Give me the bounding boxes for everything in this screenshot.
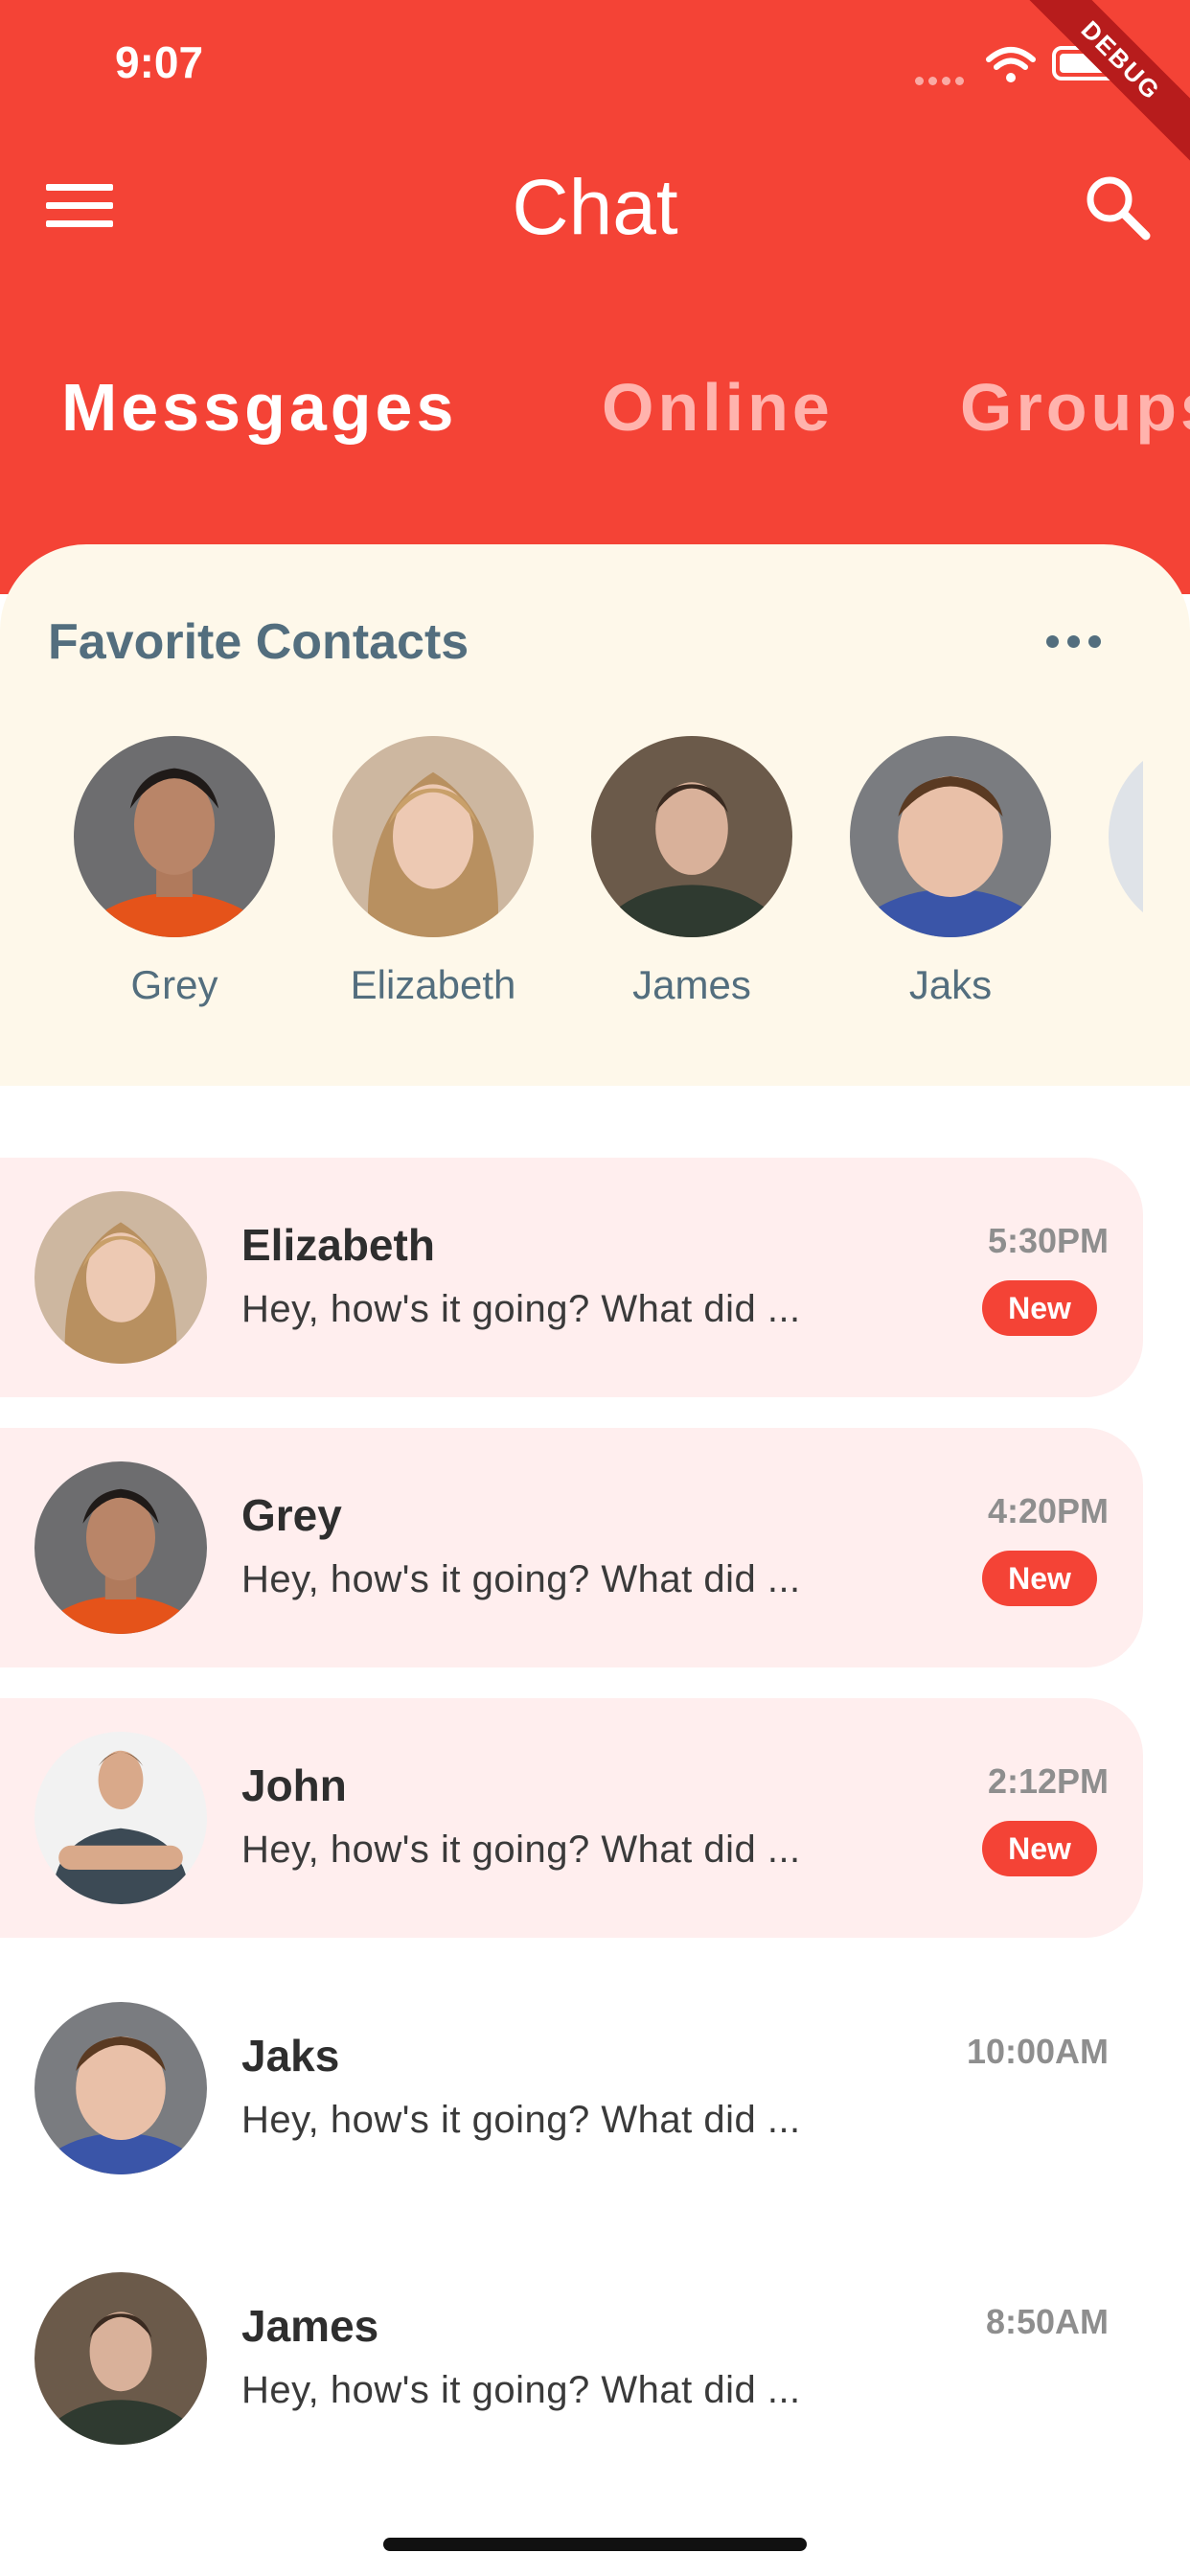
chat-timestamp: 5:30PM — [987, 1221, 1109, 1260]
favorite-contacts-list: Grey Elizabeth James Jaks — [0, 736, 1143, 1024]
home-indicator[interactable] — [383, 2538, 807, 2551]
wifi-icon — [985, 46, 1037, 84]
status-bar: 9:07 DEBUG — [0, 0, 1190, 178]
contact-name: Jaks — [908, 962, 993, 1007]
new-badge: New — [982, 1551, 1097, 1606]
tab-online[interactable]: Online — [602, 369, 834, 446]
favorites-title: Favorite Contacts — [48, 614, 469, 670]
tab-bar: Messgages Online Groups — [0, 369, 1190, 465]
contact-name: James — [632, 962, 751, 1007]
chat-list: Elizabeth Hey, how's it going? What did … — [0, 1086, 1190, 2523]
chat-row[interactable]: Elizabeth Hey, how's it going? What did … — [0, 1158, 1143, 1397]
tab-groups[interactable]: Groups — [960, 369, 1190, 446]
debug-banner: DEBUG — [1003, 0, 1190, 178]
avatar — [1109, 736, 1143, 937]
chat-row[interactable]: Jaks Hey, how's it going? What did ... 1… — [0, 1968, 1143, 2208]
chat-message-preview: Hey, how's it going? What did ... — [241, 2369, 801, 2411]
chat-timestamp: 2:12PM — [987, 1761, 1109, 1801]
chat-message-preview: Hey, how's it going? What did ... — [241, 1828, 801, 1871]
app-header: 9:07 DEBUG Chat Messgages Online Groups — [0, 0, 1190, 594]
avatar — [850, 736, 1051, 937]
chat-message-preview: Hey, how's it going? What did ... — [241, 2099, 801, 2141]
chat-contact-name: Grey — [241, 1490, 342, 1540]
more-options-icon[interactable] — [1044, 632, 1106, 652]
new-badge: New — [982, 1821, 1097, 1876]
chat-timestamp: 4:20PM — [987, 1491, 1109, 1530]
favorite-contact[interactable]: Jaks — [821, 736, 1080, 1008]
favorite-contact[interactable] — [1080, 736, 1143, 962]
avatar — [34, 2002, 207, 2174]
search-icon[interactable] — [1083, 172, 1152, 242]
contact-name: Elizabeth — [350, 962, 516, 1007]
chat-message-preview: Hey, how's it going? What did ... — [241, 1558, 801, 1600]
chat-message-preview: Hey, how's it going? What did ... — [241, 1288, 801, 1330]
chat-contact-name: Elizabeth — [241, 1220, 435, 1270]
avatar — [591, 736, 792, 937]
new-badge: New — [982, 1280, 1097, 1336]
chat-contact-name: John — [241, 1760, 347, 1810]
chat-row[interactable]: Grey Hey, how's it going? What did ... 4… — [0, 1428, 1143, 1668]
chat-contact-name: James — [241, 2301, 379, 2351]
avatar — [34, 2272, 207, 2445]
favorite-contact[interactable]: James — [562, 736, 821, 1008]
status-time: 9:07 — [115, 37, 204, 87]
avatar — [34, 1461, 207, 1634]
contact-name: Grey — [130, 962, 218, 1007]
chat-contact-name: Jaks — [241, 2031, 340, 2081]
chat-row[interactable]: James Hey, how's it going? What did ... … — [0, 2239, 1143, 2478]
avatar — [34, 1732, 207, 1904]
favorite-contact[interactable]: Elizabeth — [304, 736, 562, 1008]
chat-timestamp: 10:00AM — [966, 2032, 1109, 2071]
avatar — [332, 736, 534, 937]
page-title: Chat — [512, 164, 678, 251]
favorite-contacts-panel: Favorite Contacts Grey Elizabeth James J… — [0, 544, 1190, 1086]
signal-icon — [915, 73, 969, 85]
tab-messages[interactable]: Messgages — [61, 369, 457, 446]
favorite-contact[interactable]: Grey — [45, 736, 304, 1008]
avatar — [74, 736, 275, 937]
chat-timestamp: 8:50AM — [985, 2302, 1109, 2341]
chat-row[interactable]: John Hey, how's it going? What did ... 2… — [0, 1698, 1143, 1938]
avatar — [34, 1191, 207, 1364]
